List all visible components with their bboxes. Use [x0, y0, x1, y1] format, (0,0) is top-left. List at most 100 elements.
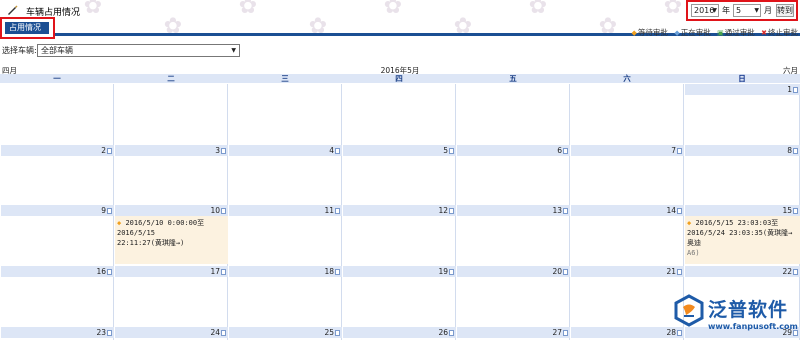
diamond-icon: ◆	[674, 29, 680, 37]
add-event-icon[interactable]	[107, 148, 112, 154]
add-event-icon[interactable]	[793, 208, 798, 214]
add-event-icon[interactable]	[449, 148, 454, 154]
day-cell[interactable]	[114, 277, 228, 327]
add-event-icon[interactable]	[563, 208, 568, 214]
legend-label: 通过审批	[724, 28, 755, 37]
add-event-icon[interactable]	[107, 330, 112, 336]
day-number[interactable]: 24	[115, 327, 228, 338]
add-event-icon[interactable]	[677, 148, 682, 154]
add-event-icon[interactable]	[563, 269, 568, 275]
add-event-icon[interactable]	[449, 208, 454, 214]
logo-url: www.fanpusoft.com	[708, 322, 798, 331]
day-cell[interactable]	[228, 95, 342, 145]
day-cell[interactable]	[342, 216, 456, 266]
add-event-icon[interactable]	[107, 269, 112, 275]
tab-occupancy[interactable]: 占用情况	[5, 22, 49, 34]
day-number[interactable]: 18	[229, 266, 342, 277]
add-event-icon[interactable]	[793, 148, 798, 154]
weekday-label: 一	[53, 74, 61, 83]
year-label: 年	[722, 6, 730, 15]
add-event-icon[interactable]	[221, 330, 226, 336]
day-number[interactable]: 12	[343, 205, 456, 216]
add-event-icon[interactable]	[677, 269, 682, 275]
day-number[interactable]: 21	[571, 266, 684, 277]
day-number[interactable]: 8	[685, 145, 800, 156]
day-number[interactable]: 5	[343, 145, 456, 156]
logo-mark-icon	[674, 294, 704, 327]
day-number[interactable]: 9	[1, 205, 114, 216]
day-number[interactable]: 25	[229, 327, 342, 338]
add-event-icon[interactable]	[793, 269, 798, 275]
day-cell[interactable]	[0, 95, 114, 145]
month-select[interactable]: 5 ▼	[733, 4, 761, 17]
day-number[interactable]: 10	[115, 205, 228, 216]
day-number[interactable]: 27	[457, 327, 570, 338]
day-number[interactable]: 17	[115, 266, 228, 277]
day-number[interactable]: 7	[571, 145, 684, 156]
add-event-icon[interactable]	[335, 330, 340, 336]
day-number[interactable]: 3	[115, 145, 228, 156]
add-event-icon[interactable]	[335, 148, 340, 154]
day-number[interactable]: 14	[571, 205, 684, 216]
day-cell[interactable]	[228, 277, 342, 327]
day-cell[interactable]	[228, 156, 342, 206]
day-cell[interactable]	[456, 277, 570, 327]
add-event-icon[interactable]	[107, 208, 112, 214]
day-cell[interactable]	[0, 216, 114, 266]
day-cell[interactable]	[684, 156, 800, 206]
weekday-label: 日	[738, 74, 746, 83]
day-number[interactable]: 1	[685, 84, 800, 95]
day-number[interactable]: 6	[457, 145, 570, 156]
add-event-icon[interactable]	[335, 208, 340, 214]
diamond-icon: ◆	[631, 29, 637, 37]
weekday-header: 一 二 三 四 五 六 日	[0, 74, 800, 83]
add-event-icon[interactable]	[563, 148, 568, 154]
day-cell[interactable]	[342, 277, 456, 327]
add-event-icon[interactable]	[335, 269, 340, 275]
day-number[interactable]: 28	[571, 327, 684, 338]
day-cell[interactable]	[684, 95, 800, 145]
day-number[interactable]: 26	[343, 327, 456, 338]
add-event-icon[interactable]	[221, 148, 226, 154]
day-number[interactable]: 16	[1, 266, 114, 277]
add-event-icon[interactable]	[677, 208, 682, 214]
day-cell[interactable]	[114, 156, 228, 206]
day-cell[interactable]	[114, 95, 228, 145]
day-cell[interactable]	[570, 156, 684, 206]
day-cell[interactable]	[456, 156, 570, 206]
year-select[interactable]: 2016 ▼	[691, 4, 719, 17]
day-cell[interactable]	[0, 156, 114, 206]
day-number[interactable]: 22	[685, 266, 800, 277]
day-number[interactable]: 4	[229, 145, 342, 156]
vehicle-filter-label: 选择车辆:	[2, 46, 37, 55]
day-cell[interactable]	[570, 216, 684, 266]
calendar-event[interactable]: ◆ 2016/5/10 0:00:00至2016/5/15 22:11:27(黄…	[115, 216, 228, 264]
day-cell[interactable]	[342, 156, 456, 206]
calendar-event[interactable]: ◆ 2016/5/15 23:03:03至 2016/5/24 23:03:35…	[685, 216, 800, 264]
day-number[interactable]: 20	[457, 266, 570, 277]
day-cell[interactable]	[456, 95, 570, 145]
day-number[interactable]: 23	[1, 327, 114, 338]
day-number[interactable]: 2	[1, 145, 114, 156]
day-label: 20	[552, 267, 562, 276]
day-number[interactable]: 11	[229, 205, 342, 216]
day-cell[interactable]	[570, 277, 684, 327]
day-cell[interactable]	[456, 216, 570, 266]
add-event-icon[interactable]	[563, 330, 568, 336]
add-event-icon[interactable]	[449, 269, 454, 275]
legend-label: 终止审批	[768, 28, 798, 37]
day-label: 13	[552, 206, 562, 215]
vehicle-select[interactable]: 全部车辆 ▼	[37, 44, 240, 57]
add-event-icon[interactable]	[221, 208, 226, 214]
day-number[interactable]: 15	[685, 205, 800, 216]
day-cell[interactable]	[570, 95, 684, 145]
day-cell[interactable]	[0, 277, 114, 327]
add-event-icon[interactable]	[449, 330, 454, 336]
day-cell[interactable]	[228, 216, 342, 266]
add-event-icon[interactable]	[793, 87, 798, 93]
add-event-icon[interactable]	[221, 269, 226, 275]
day-number[interactable]: 19	[343, 266, 456, 277]
day-cell[interactable]	[342, 95, 456, 145]
go-button[interactable]: 转到	[776, 4, 794, 17]
day-number[interactable]: 13	[457, 205, 570, 216]
